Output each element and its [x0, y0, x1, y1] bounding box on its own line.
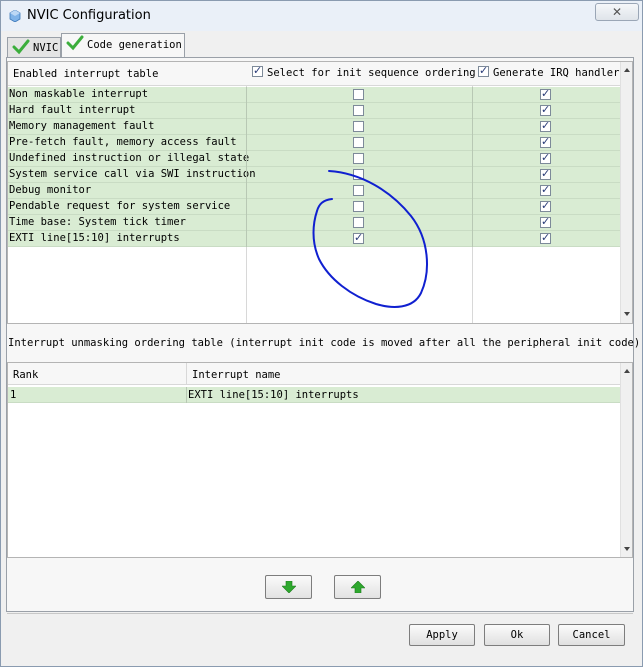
- app-cube-icon: [9, 10, 21, 22]
- tab-code-generation-label: Code generation: [87, 39, 182, 51]
- init-order-checkbox[interactable]: [353, 121, 364, 132]
- ok-button[interactable]: Ok: [484, 624, 550, 646]
- title-bar: NVIC Configuration ✕: [1, 1, 642, 31]
- ordering-table-caption: Interrupt unmasking ordering table (inte…: [8, 337, 641, 349]
- init-order-checkbox[interactable]: [353, 137, 364, 148]
- table-row[interactable]: System service call via SWI instruction: [8, 167, 620, 183]
- irq-handler-checkbox[interactable]: [540, 215, 551, 228]
- interrupt-name: System service call via SWI instruction: [9, 168, 256, 180]
- cancel-button[interactable]: Cancel: [558, 624, 625, 646]
- interrupt-name: Time base: System tick timer: [9, 216, 187, 228]
- irq-handler-checkbox[interactable]: [540, 135, 551, 148]
- header-rank: Rank: [13, 369, 39, 381]
- arrow-up-icon: [351, 581, 365, 593]
- irq-handler-checkbox[interactable]: [540, 183, 551, 196]
- move-down-button[interactable]: [265, 575, 312, 599]
- interrupt-table-header: Enabled interrupt table Select for init …: [8, 62, 620, 86]
- scroll-up-icon[interactable]: [624, 369, 630, 373]
- irq-handler-checkbox[interactable]: [540, 199, 551, 212]
- table-row[interactable]: Hard fault interrupt: [8, 103, 620, 119]
- table-row[interactable]: Debug monitor: [8, 183, 620, 199]
- irq-handler-checkbox[interactable]: [540, 231, 551, 244]
- table-row[interactable]: Time base: System tick timer: [8, 215, 620, 231]
- irq-handler-checkbox[interactable]: [540, 119, 551, 132]
- tab-nvic[interactable]: NVIC: [7, 37, 61, 57]
- move-up-button[interactable]: [334, 575, 381, 599]
- footer-separator: [7, 613, 633, 614]
- interrupt-name-cell: EXTI line[15:10] interrupts: [188, 389, 359, 401]
- header-enabled-interrupt: Enabled interrupt table: [13, 68, 159, 80]
- green-check-icon: [66, 35, 84, 51]
- table-row[interactable]: 1 EXTI line[15:10] interrupts: [8, 387, 620, 403]
- irq-handler-checkbox[interactable]: [540, 151, 551, 164]
- apply-button[interactable]: Apply: [409, 624, 475, 646]
- interrupt-name: Hard fault interrupt: [9, 104, 136, 116]
- interrupt-name: Memory management fault: [9, 120, 155, 132]
- tab-nvic-label: NVIC: [33, 42, 59, 54]
- irq-handler-checkbox[interactable]: [540, 167, 551, 180]
- tab-code-generation[interactable]: Code generation: [61, 33, 185, 58]
- interrupt-name: Debug monitor: [9, 184, 92, 196]
- table-row[interactable]: Undefined instruction or illegal state: [8, 151, 620, 167]
- init-order-checkbox[interactable]: [353, 217, 364, 228]
- scroll-down-icon[interactable]: [624, 312, 630, 316]
- vertical-scrollbar[interactable]: [620, 363, 632, 557]
- interrupt-name: EXTI line[15:10] interrupts: [9, 232, 180, 244]
- init-order-checkbox[interactable]: [353, 89, 364, 100]
- window-title: NVIC Configuration: [27, 8, 151, 23]
- table-row[interactable]: Pre-fetch fault, memory access fault: [8, 135, 620, 151]
- table-row[interactable]: EXTI line[15:10] interrupts: [8, 231, 620, 247]
- irq-handler-checkbox[interactable]: [540, 87, 551, 100]
- interrupt-name: Pendable request for system service: [9, 200, 231, 212]
- init-order-checkbox[interactable]: [353, 231, 364, 244]
- header-init-order: Select for init sequence ordering: [252, 64, 476, 79]
- header-interrupt-name: Interrupt name: [192, 369, 281, 381]
- init-order-checkbox[interactable]: [353, 153, 364, 164]
- interrupt-name: Pre-fetch fault, memory access fault: [9, 136, 237, 148]
- rank-cell: 1: [10, 389, 17, 401]
- green-check-icon: [12, 39, 30, 55]
- init-order-checkbox[interactable]: [353, 105, 364, 116]
- irq-handler-checkbox[interactable]: [540, 103, 551, 116]
- interrupt-ordering-table: Rank Interrupt name 1 EXTI line[15:10] i…: [7, 362, 633, 558]
- select-all-irq-handler-checkbox[interactable]: [478, 64, 489, 77]
- vertical-scrollbar[interactable]: [620, 62, 632, 323]
- scroll-up-icon[interactable]: [624, 68, 630, 72]
- interrupt-rows: Non maskable interrupt Hard fault interr…: [8, 87, 620, 247]
- interrupt-name: Undefined instruction or illegal state: [9, 152, 250, 164]
- ordering-table-header: Rank Interrupt name: [8, 363, 620, 385]
- scroll-down-icon[interactable]: [624, 547, 630, 551]
- table-row[interactable]: Pendable request for system service: [8, 199, 620, 215]
- header-generate-irq: Generate IRQ handler: [478, 64, 619, 79]
- init-order-checkbox[interactable]: [353, 185, 364, 196]
- init-order-checkbox[interactable]: [353, 169, 364, 180]
- nvic-configuration-window: NVIC Configuration ✕ NVIC Code generatio…: [0, 0, 643, 667]
- select-all-init-order-checkbox[interactable]: [252, 64, 263, 77]
- init-order-checkbox[interactable]: [353, 201, 364, 212]
- enabled-interrupt-table: Enabled interrupt table Select for init …: [7, 61, 633, 324]
- close-icon: ✕: [612, 5, 623, 19]
- close-button[interactable]: ✕: [595, 3, 639, 21]
- interrupt-name: Non maskable interrupt: [9, 88, 149, 100]
- table-row[interactable]: Non maskable interrupt: [8, 87, 620, 103]
- table-row[interactable]: Memory management fault: [8, 119, 620, 135]
- arrow-down-icon: [282, 581, 296, 593]
